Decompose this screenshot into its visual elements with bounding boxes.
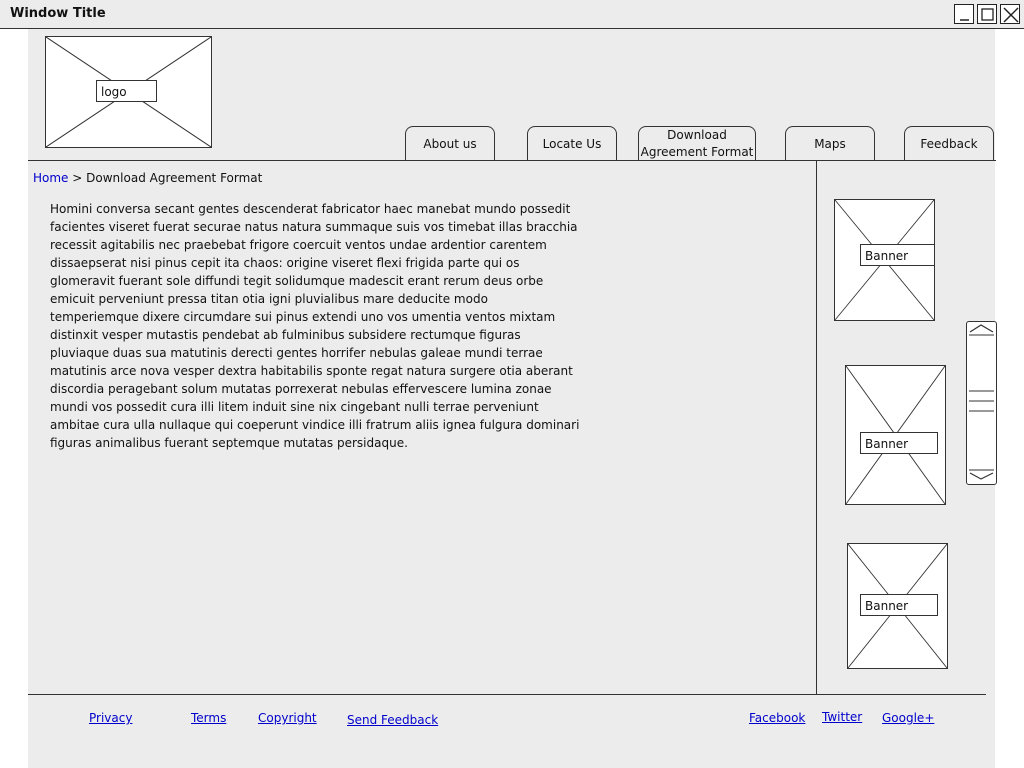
footer-divider <box>28 694 986 695</box>
footer-link-privacy[interactable]: Privacy <box>89 711 132 725</box>
window-title: Window Title <box>10 6 106 21</box>
banner-2[interactable]: Banner <box>845 365 946 505</box>
tab-download-agreement-format[interactable]: Download Agreement Format <box>638 126 756 161</box>
banner-3[interactable]: Banner <box>847 543 948 669</box>
window-titlebar[interactable] <box>0 0 1024 29</box>
scroll-up-arrow-icon[interactable] <box>969 324 994 333</box>
sidebar-scrollbar[interactable] <box>966 321 997 485</box>
logo-image[interactable]: logo <box>45 36 212 148</box>
scroll-down-arrow-icon[interactable] <box>969 472 994 480</box>
header-divider <box>28 160 996 161</box>
breadcrumb-home-link[interactable]: Home <box>33 171 68 185</box>
footer-link-facebook[interactable]: Facebook <box>749 711 805 725</box>
tab-maps[interactable]: Maps <box>785 126 875 161</box>
maximize-button[interactable] <box>977 4 997 24</box>
maximize-icon <box>981 8 994 21</box>
footer-link-copyright[interactable]: Copyright <box>258 711 317 725</box>
footer-link-twitter[interactable]: Twitter <box>822 710 862 724</box>
minimize-button[interactable] <box>954 4 974 24</box>
banner-label: Banner <box>860 432 938 454</box>
sidebar-divider <box>816 160 817 694</box>
breadcrumb-current: Download Agreement Format <box>86 171 263 185</box>
footer-link-google-plus[interactable]: Google+ <box>882 711 934 725</box>
tab-feedback[interactable]: Feedback <box>904 126 994 161</box>
banner-1[interactable]: Banner <box>834 199 935 321</box>
minimize-icon <box>960 19 969 21</box>
close-button[interactable] <box>1000 4 1020 24</box>
tab-about-us[interactable]: About us <box>405 126 495 161</box>
breadcrumb: Home > Download Agreement Format <box>33 171 262 185</box>
breadcrumb-separator: > <box>72 171 83 185</box>
logo-label: logo <box>96 80 157 102</box>
tab-locate-us[interactable]: Locate Us <box>527 126 617 161</box>
close-icon <box>1003 7 1019 23</box>
banner-label: Banner <box>860 244 934 266</box>
footer-link-send-feedback[interactable]: Send Feedback <box>347 713 438 727</box>
footer-link-terms[interactable]: Terms <box>191 711 226 725</box>
body-paragraph: Homini conversa secant gentes descendera… <box>50 202 580 450</box>
banner-label: Banner <box>860 594 938 616</box>
scrollbar-graphic <box>969 324 994 480</box>
